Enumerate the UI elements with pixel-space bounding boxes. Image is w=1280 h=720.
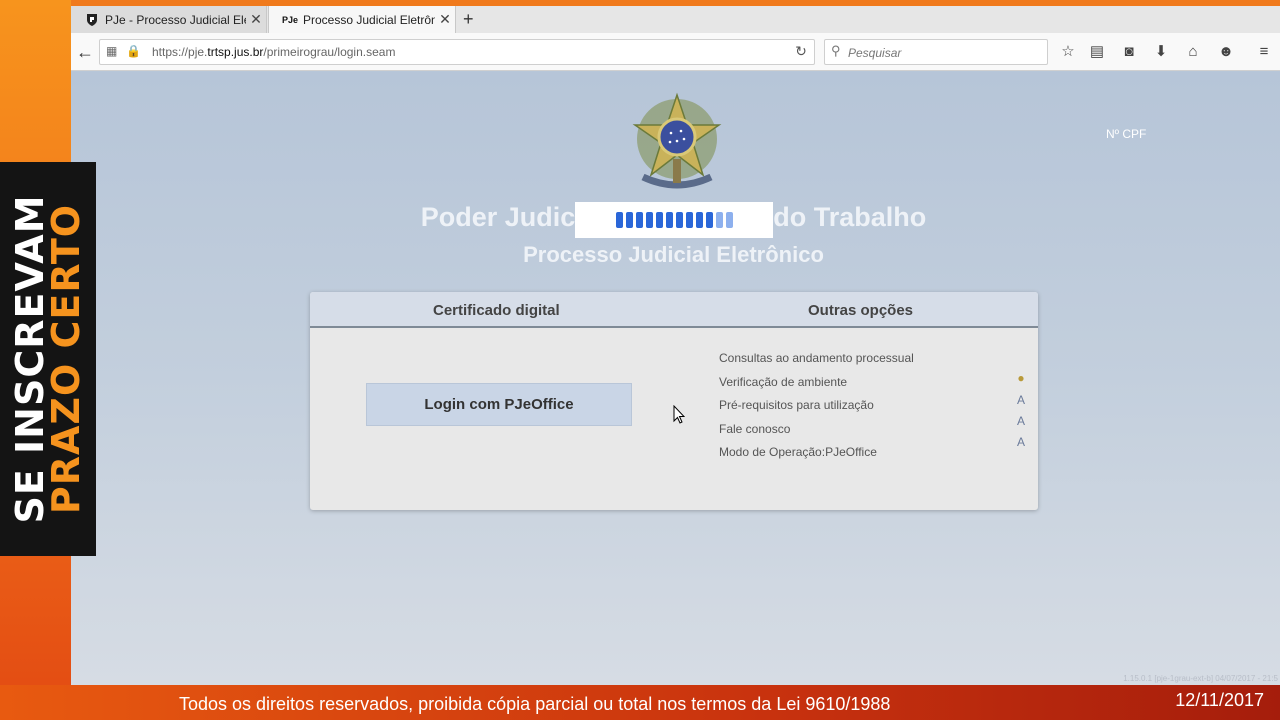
search-icon: ⚲	[831, 43, 841, 58]
banner-line-2: PRAZO CERTO	[44, 203, 88, 515]
insecure-lock-icon[interactable]: 🔒	[126, 44, 141, 58]
loading-indicator	[575, 202, 773, 238]
option-verificacao[interactable]: Verificação de ambiente	[719, 375, 847, 389]
browser-window: PJe - Processo Judicial Elet... ✕ PJe Pr…	[71, 6, 1280, 685]
version-text: 1.15.0.1 [pje-1grau-ext-b] 04/07/2017 - …	[1123, 674, 1278, 683]
login-panel-header: Certificado digital Outras opções	[310, 292, 1038, 328]
pje-text-icon: PJe	[282, 14, 299, 25]
font-size-icon[interactable]: A	[1013, 392, 1029, 408]
search-field[interactable]: ⚲ Pesquisar	[824, 39, 1048, 65]
page-info-icon[interactable]: ▦	[106, 44, 117, 58]
search-placeholder: Pesquisar	[848, 46, 902, 60]
login-pjeoffice-button[interactable]: Login com PJeOffice	[366, 383, 632, 426]
brazil-coat-of-arms-icon	[632, 92, 722, 189]
pje-shield-icon	[85, 13, 99, 27]
pocket-icon[interactable]: ◙	[1118, 41, 1140, 63]
cpf-label[interactable]: Nº CPF	[1106, 127, 1146, 141]
url-text: https://pje.trtsp.jus.br/primeirograu/lo…	[152, 45, 396, 59]
reload-icon[interactable]: ↻	[789, 39, 813, 63]
font-increase-icon[interactable]: A	[1013, 413, 1029, 429]
footer-date: 12/11/2017	[1175, 690, 1264, 710]
chat-icon[interactable]: ☻	[1215, 41, 1237, 63]
option-consultas[interactable]: Consultas ao andamento processual	[719, 351, 914, 365]
close-tab-icon[interactable]: ✕	[246, 11, 266, 28]
option-modo-operacao[interactable]: Modo de Operação:PJeOffice	[719, 445, 877, 459]
mouse-cursor-icon	[673, 405, 685, 424]
font-decrease-icon[interactable]: A	[1013, 434, 1029, 450]
bookmark-star-icon[interactable]: ☆	[1057, 41, 1079, 63]
tab-label: Processo Judicial Eletrônic...	[303, 12, 435, 27]
page-subtitle: Processo Judicial Eletrônico	[523, 242, 824, 267]
tab-bar: PJe - Processo Judicial Elet... ✕ PJe Pr…	[71, 6, 1280, 33]
tab-processo-judicial[interactable]: PJe Processo Judicial Eletrônic... ✕	[268, 6, 456, 33]
palette-icon[interactable]: ●	[1013, 370, 1029, 386]
tab-outras-opcoes[interactable]: Outras opções	[808, 302, 913, 319]
login-panel: Certificado digital Outras opções Login …	[310, 292, 1038, 510]
home-icon[interactable]: ⌂	[1182, 41, 1204, 63]
address-bar[interactable]: ▦ 🔒 https://pje.trtsp.jus.br/primeirogra…	[99, 39, 815, 65]
new-tab-button[interactable]: +	[463, 9, 474, 30]
close-tab-icon[interactable]: ✕	[435, 11, 455, 28]
option-pre-requisitos[interactable]: Pré-requisitos para utilização	[719, 398, 874, 412]
back-arrow-icon[interactable]: ←	[74, 41, 96, 63]
download-icon[interactable]: ⬇	[1150, 41, 1172, 63]
subscribe-banner: SE INSCREVAM PRAZO CERTO	[0, 162, 96, 556]
tab-pje-processo[interactable]: PJe - Processo Judicial Elet... ✕	[71, 6, 267, 33]
banner-line-1: SE INSCREVAM	[8, 194, 52, 524]
reading-list-icon[interactable]: ▤	[1086, 41, 1108, 63]
tab-label: PJe - Processo Judicial Elet...	[105, 12, 246, 27]
page-content: Nº CPF Poder Judic do Trabalho Processo J…	[71, 72, 1280, 685]
option-fale-conosco[interactable]: Fale conosco	[719, 422, 790, 436]
copyright-notice: Todos os direitos reservados, proibida c…	[179, 694, 891, 714]
menu-icon[interactable]: ≡	[1253, 41, 1275, 63]
tab-certificado-digital[interactable]: Certificado digital	[433, 302, 560, 319]
